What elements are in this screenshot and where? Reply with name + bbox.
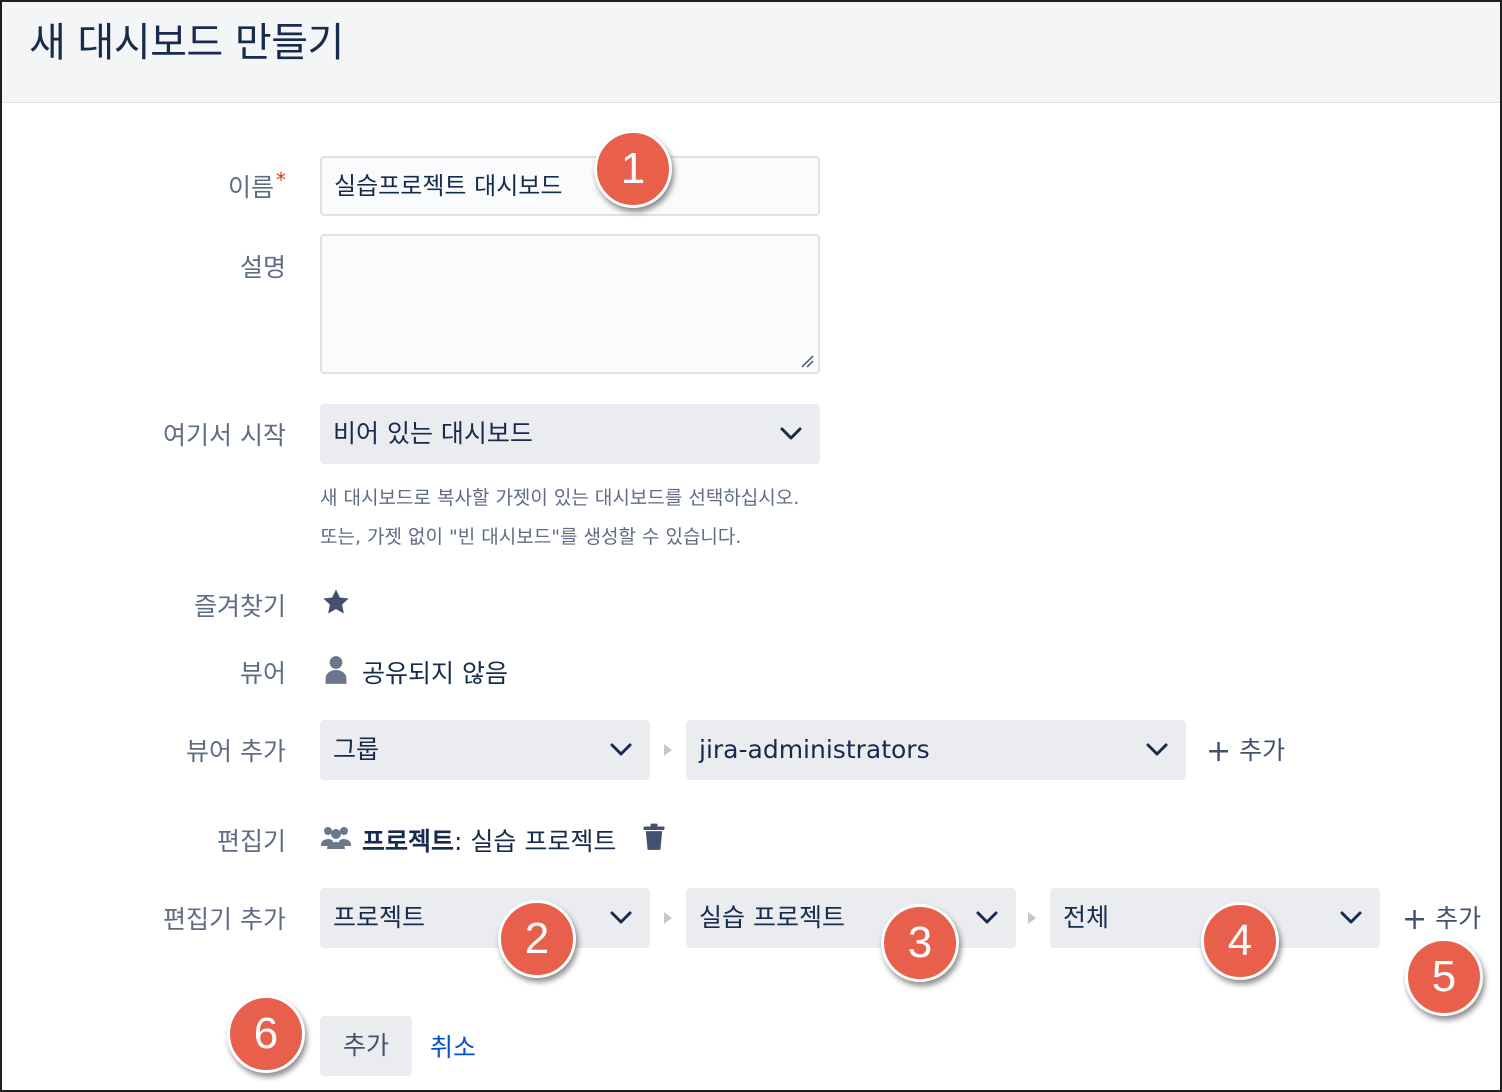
editor-project-value: 실습 프로젝트 bbox=[699, 903, 845, 932]
viewer-type-select[interactable]: 그룹 bbox=[320, 720, 650, 780]
start-from-help-2: 또는, 가젯 없이 "빈 대시보드"를 생성할 수 있습니다. bbox=[320, 526, 742, 548]
editor-type-value: 프로젝트 bbox=[333, 903, 426, 932]
chevron-down-icon bbox=[976, 911, 998, 924]
annotation-badge-6: 6 bbox=[227, 995, 305, 1073]
add-viewer-button[interactable]: + 추가 bbox=[1206, 731, 1285, 769]
editor-separator: : bbox=[454, 827, 463, 856]
annotation-badge-1: 1 bbox=[594, 130, 672, 208]
required-mark: * bbox=[276, 168, 286, 192]
viewers-value: 공유되지 않음 bbox=[362, 659, 508, 688]
add-viewer-label: 뷰어 추가 bbox=[186, 737, 286, 766]
caret-right-icon bbox=[1028, 912, 1036, 924]
annotation-badge-3: 3 bbox=[881, 904, 959, 982]
submit-button[interactable]: 추가 bbox=[320, 1016, 412, 1076]
editor-project-select[interactable]: 실습 프로젝트 bbox=[686, 888, 1016, 948]
editors-label: 편집기 bbox=[216, 827, 286, 856]
add-viewer-label-text: 추가 bbox=[1239, 736, 1286, 765]
name-label: 이름 * bbox=[228, 168, 286, 204]
start-from-help-1: 새 대시보드로 복사할 가젯이 있는 대시보드를 선택하십시오. bbox=[320, 487, 800, 509]
favorite-label: 즐겨찾기 bbox=[193, 592, 286, 621]
editor-role-value: 전체 bbox=[1063, 903, 1110, 932]
chevron-down-icon bbox=[1340, 911, 1362, 924]
viewer-type-value: 그룹 bbox=[333, 735, 380, 764]
annotation-badge-2: 2 bbox=[498, 900, 576, 978]
name-input[interactable]: 실습프로젝트 대시보드 bbox=[320, 156, 820, 216]
group-icon bbox=[321, 827, 351, 849]
annotation-badge-4: 4 bbox=[1201, 902, 1279, 980]
page-header: 새 대시보드 만들기 bbox=[2, 2, 1500, 103]
start-from-label: 여기서 시작 bbox=[163, 421, 286, 450]
plus-icon: + bbox=[1206, 734, 1232, 769]
page-title: 새 대시보드 만들기 bbox=[29, 20, 344, 66]
start-from-value: 비어 있는 대시보드 bbox=[333, 419, 533, 448]
editor-type: 프로젝트 bbox=[362, 827, 455, 856]
start-from-select[interactable]: 비어 있는 대시보드 bbox=[320, 404, 820, 464]
chevron-down-icon bbox=[1146, 743, 1168, 756]
cancel-link[interactable]: 취소 bbox=[430, 1028, 476, 1064]
dialog-frame: 새 대시보드 만들기 이름 * 실습프로젝트 대시보드 설명 여기서 시작 비어 … bbox=[0, 0, 1502, 1092]
annotation-badge-5: 5 bbox=[1405, 938, 1483, 1016]
trash-icon[interactable] bbox=[642, 823, 666, 851]
chevron-down-icon bbox=[780, 427, 802, 440]
name-label-text: 이름 bbox=[227, 173, 274, 202]
editor-entry: 프로젝트: 실습 프로젝트 bbox=[362, 822, 616, 858]
add-editor-label: 편집기 추가 bbox=[163, 905, 286, 934]
caret-right-icon bbox=[664, 912, 672, 924]
description-label: 설명 bbox=[239, 253, 286, 282]
viewers-label: 뷰어 bbox=[239, 659, 286, 688]
resize-grip-icon[interactable] bbox=[800, 354, 814, 368]
viewer-target-select[interactable]: jira-administrators bbox=[686, 720, 1186, 780]
star-icon[interactable] bbox=[320, 586, 352, 618]
chevron-down-icon bbox=[610, 911, 632, 924]
editor-value: 실습 프로젝트 bbox=[470, 827, 617, 856]
chevron-down-icon bbox=[610, 743, 632, 756]
editor-type-select[interactable]: 프로젝트 bbox=[320, 888, 650, 948]
add-editor-button[interactable]: + 추가 bbox=[1402, 899, 1481, 937]
plus-icon: + bbox=[1402, 902, 1428, 937]
viewer-target-value: jira-administrators bbox=[699, 735, 930, 764]
description-textarea[interactable] bbox=[320, 234, 820, 374]
caret-right-icon bbox=[664, 744, 672, 756]
person-icon bbox=[325, 656, 347, 684]
add-editor-label-text: 추가 bbox=[1435, 904, 1482, 933]
